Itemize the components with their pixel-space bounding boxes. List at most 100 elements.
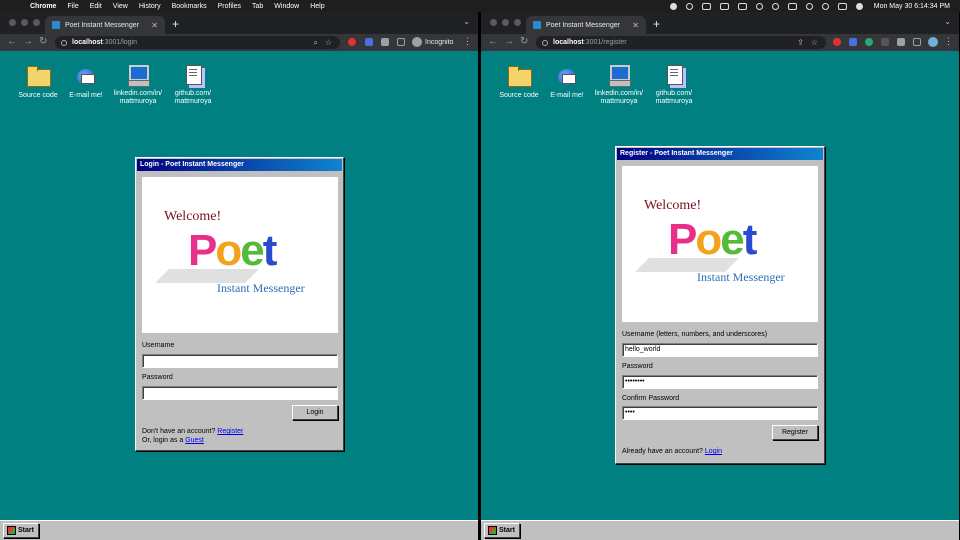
screen-icon[interactable] [701,2,711,10]
desktop-icon-email[interactable]: E-mail me! [56,65,116,100]
profile-avatar-icon[interactable] [928,37,938,47]
reload-icon[interactable]: ↻ [520,36,528,47]
clock-icon[interactable] [771,2,779,10]
menu-help[interactable]: Help [310,3,324,10]
logo-welcome-text: Welcome! [164,209,222,224]
register-button[interactable]: Register [772,425,818,440]
menu-edit[interactable]: Edit [90,3,102,10]
desktop-icon-linkedin[interactable]: linkedin.com/in/ mattmuroya [108,63,168,106]
menu-file[interactable]: File [67,3,78,10]
tab-search-chevron-icon[interactable]: ⌄ [463,17,470,26]
forward-icon[interactable]: → [504,36,514,47]
desktop-icon-github[interactable]: github.com/ mattmuroya [163,63,223,106]
zoom-window-icon[interactable] [514,19,521,26]
logo-poet-text: Poet [668,215,757,264]
extensions-puzzle-icon[interactable] [897,38,905,46]
browser-menu-icon[interactable]: ⋮ [463,36,472,47]
back-icon[interactable]: ← [488,36,498,47]
site-info-icon[interactable] [61,39,67,46]
taskbar: Start [481,520,959,540]
no-account-text: Don't have an account? Register [142,428,244,435]
desktop-icon-github[interactable]: github.com/ mattmuroya [644,63,704,106]
new-tab-icon[interactable]: + [653,17,660,31]
spotlight-search-icon[interactable] [821,2,829,10]
tab-close-icon[interactable]: ✕ [151,21,158,30]
bookmark-star-icon[interactable]: ☆ [325,38,332,47]
address-bar[interactable]: localhost :3001/login ⌕ ☆ [55,36,340,49]
extension-green-icon[interactable] [865,38,873,46]
menu-profiles[interactable]: Profiles [218,3,241,10]
drive-icon[interactable] [737,2,747,10]
close-window-icon[interactable] [490,19,497,26]
zoom-icon[interactable]: ⌕ [314,38,318,48]
siri-icon[interactable] [855,2,863,10]
menu-window[interactable]: Window [274,3,299,10]
menu-bookmarks[interactable]: Bookmarks [172,3,207,10]
share-icon[interactable]: ⇪ [797,38,804,47]
new-tab-icon[interactable]: + [172,17,179,31]
window-controls [9,19,40,26]
desktop-icon-label: github.com/ mattmuroya [174,90,212,105]
tab-search-chevron-icon[interactable]: ⌄ [944,17,951,26]
menu-history[interactable]: History [139,3,161,10]
username-input[interactable] [142,354,338,368]
address-bar[interactable]: localhost :3001/register ⇪ ☆ [536,36,826,49]
guest-text: Or, login as a Guest [142,437,204,444]
start-button[interactable]: Start [3,523,39,538]
poet-logo: Welcome! Poet Instant Messenger [622,166,818,322]
password-input[interactable]: •••••••• [622,375,818,389]
clipboard-icon[interactable] [719,2,729,10]
record-icon[interactable] [669,2,677,10]
extension-shield-icon[interactable] [365,38,373,46]
browser-toolbar: ← → ↻ localhost :3001/register ⇪ ☆ ⋮ [481,34,959,51]
close-window-icon[interactable] [9,19,16,26]
menubar-clock[interactable]: Mon May 30 6:14:34 PM [874,3,950,10]
username-input[interactable]: hello_world [622,343,818,357]
browser-menu-icon[interactable]: ⋮ [944,36,953,47]
extensions-puzzle-icon[interactable] [381,38,389,46]
reload-icon[interactable]: ↻ [39,36,47,47]
site-info-icon[interactable] [542,39,548,46]
username-label: Username [142,342,175,349]
browser-tab[interactable]: Poet Instant Messenger ✕ [526,16,646,34]
tab-close-icon[interactable]: ✕ [632,21,639,30]
brightness-icon[interactable] [685,2,693,10]
logo-subtitle-text: Instant Messenger [697,270,785,284]
page-content: Source code E-mail me! linkedin.com/in/ … [481,51,959,540]
forward-icon[interactable]: → [23,36,33,47]
extension-shield-icon[interactable] [849,38,857,46]
confirm-password-input[interactable]: •••• [622,406,818,420]
bookmark-star-icon[interactable]: ☆ [811,38,818,47]
start-logo-icon [7,526,16,535]
desktop-icon-linkedin[interactable]: linkedin.com/in/ mattmuroya [589,63,649,106]
extension-red-icon[interactable] [348,38,356,46]
back-icon[interactable]: ← [7,36,17,47]
minimize-window-icon[interactable] [502,19,509,26]
extension-red-icon[interactable] [833,38,841,46]
incognito-icon [412,37,422,47]
page-content: Source code E-mail me! linkedin.com/in/ … [0,51,478,540]
bluetooth-icon[interactable] [755,2,763,10]
minimize-window-icon[interactable] [21,19,28,26]
browser-tab[interactable]: Poet Instant Messenger ✕ [45,16,165,34]
battery-icon[interactable] [787,2,797,10]
extension-dark-icon[interactable] [881,38,889,46]
desktop-icon-email[interactable]: E-mail me! [537,65,597,100]
control-center-icon[interactable] [837,2,847,10]
side-panel-icon[interactable] [913,38,921,46]
zoom-window-icon[interactable] [33,19,40,26]
menu-tab[interactable]: Tab [252,3,263,10]
guest-link[interactable]: Guest [185,437,204,444]
logo-welcome-text: Welcome! [644,198,702,213]
menu-view[interactable]: View [113,3,128,10]
menu-app-chrome[interactable]: Chrome [30,3,56,10]
side-panel-icon[interactable] [397,38,405,46]
login-button[interactable]: Login [292,405,338,420]
password-input[interactable] [142,386,338,400]
incognito-indicator[interactable]: Incognito [412,37,453,47]
start-button[interactable]: Start [484,523,520,538]
register-link[interactable]: Register [217,428,243,435]
wifi-icon[interactable] [805,2,813,10]
password-label: Password [142,374,173,381]
login-link[interactable]: Login [705,448,722,455]
